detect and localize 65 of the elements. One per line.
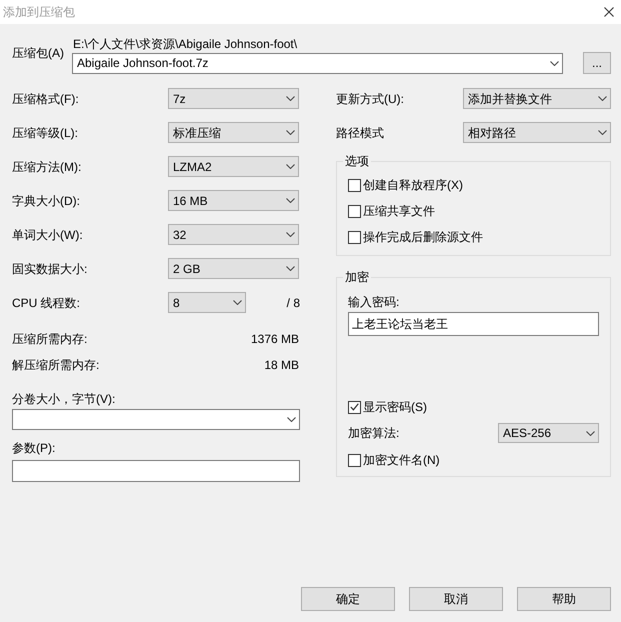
browse-button[interactable]: ... xyxy=(583,52,611,74)
setting-label: 固实数据大小: xyxy=(12,260,88,276)
dropdown[interactable]: 7z xyxy=(168,88,299,109)
chevron-down-icon xyxy=(598,130,607,135)
dropdown[interactable]: AES-256 xyxy=(498,423,599,443)
dropdown[interactable]: 16 MB xyxy=(168,190,299,211)
memory-label: 压缩所需内存: xyxy=(12,331,88,347)
parameters-label: 参数(P): xyxy=(12,440,56,456)
chevron-down-icon xyxy=(286,96,295,101)
password-label: 输入密码: xyxy=(348,294,400,310)
checkbox[interactable] xyxy=(348,400,361,414)
dropdown[interactable]: 8 xyxy=(168,292,246,313)
password-field[interactable]: 上老王论坛当老王 xyxy=(348,312,599,336)
parameters-field[interactable] xyxy=(12,460,300,482)
dropdown[interactable]: 添加并替换文件 xyxy=(463,88,611,109)
dropdown[interactable]: 2 GB xyxy=(168,258,299,279)
setting-label: 压缩等级(L): xyxy=(12,124,79,140)
chevron-down-icon xyxy=(287,417,296,422)
chevron-down-icon xyxy=(286,266,295,271)
chevron-down-icon xyxy=(550,60,559,66)
chevron-down-icon xyxy=(598,96,607,101)
dropdown[interactable]: 32 xyxy=(168,224,299,245)
memory-value: 18 MB xyxy=(264,357,299,373)
memory-label: 解压缩所需内存: xyxy=(12,357,100,373)
setting-label: 更新方式(U): xyxy=(336,90,405,106)
checkbox-label: 显示密码(S) xyxy=(363,399,427,415)
group-title: 选项 xyxy=(344,153,370,169)
checkbox-label: 压缩共享文件 xyxy=(363,203,435,219)
thread-maximum: / 8 xyxy=(286,294,300,310)
dialog-button[interactable]: 帮助 xyxy=(517,587,611,611)
memory-value: 1376 MB xyxy=(250,331,299,347)
dropdown[interactable]: 相对路径 xyxy=(463,122,611,143)
dropdown[interactable]: 标准压缩 xyxy=(168,122,299,143)
dialog-button[interactable]: 确定 xyxy=(301,587,395,611)
chevron-down-icon xyxy=(286,232,295,237)
folder-path: E:\个人文件\求资源\Abigaile Johnson-foot\ xyxy=(72,36,298,52)
dropdown[interactable]: LZMA2 xyxy=(168,156,299,177)
encryption-method-label: 加密算法: xyxy=(348,425,400,441)
checkmark-icon xyxy=(350,403,359,411)
chevron-down-icon xyxy=(586,430,595,436)
checkbox-label: 操作完成后删除源文件 xyxy=(363,229,483,245)
close-icon[interactable] xyxy=(604,7,614,17)
archive-name-combo[interactable]: Abigaile Johnson-foot.7z xyxy=(72,52,563,74)
split-volume-label: 分卷大小，字节(V): xyxy=(12,391,116,407)
setting-label: 单词大小(W): xyxy=(12,226,84,242)
checkbox[interactable] xyxy=(348,230,361,244)
checkbox-label: 创建自释放程序(X) xyxy=(363,177,463,193)
setting-label: 路径模式 xyxy=(336,124,385,140)
chevron-down-icon xyxy=(286,164,295,169)
setting-label: 字典大小(D): xyxy=(12,192,81,208)
split-volume-combo[interactable] xyxy=(12,409,300,430)
group-title: 加密 xyxy=(344,269,370,285)
checkbox[interactable] xyxy=(348,204,361,218)
checkbox-label: 加密文件名(N) xyxy=(363,452,440,468)
chevron-down-icon xyxy=(286,130,295,135)
setting-label: 压缩方法(M): xyxy=(12,158,82,174)
setting-label: 压缩格式(F): xyxy=(12,90,80,106)
checkbox[interactable] xyxy=(348,178,361,192)
archive-label: 压缩包(A) xyxy=(12,44,65,60)
checkbox[interactable] xyxy=(348,454,361,466)
chevron-down-icon xyxy=(233,300,242,305)
window-title: 添加到压缩包 xyxy=(3,4,75,20)
chevron-down-icon xyxy=(286,198,295,203)
setting-label: CPU 线程数: xyxy=(12,294,82,310)
dialog-button[interactable]: 取消 xyxy=(409,587,503,611)
